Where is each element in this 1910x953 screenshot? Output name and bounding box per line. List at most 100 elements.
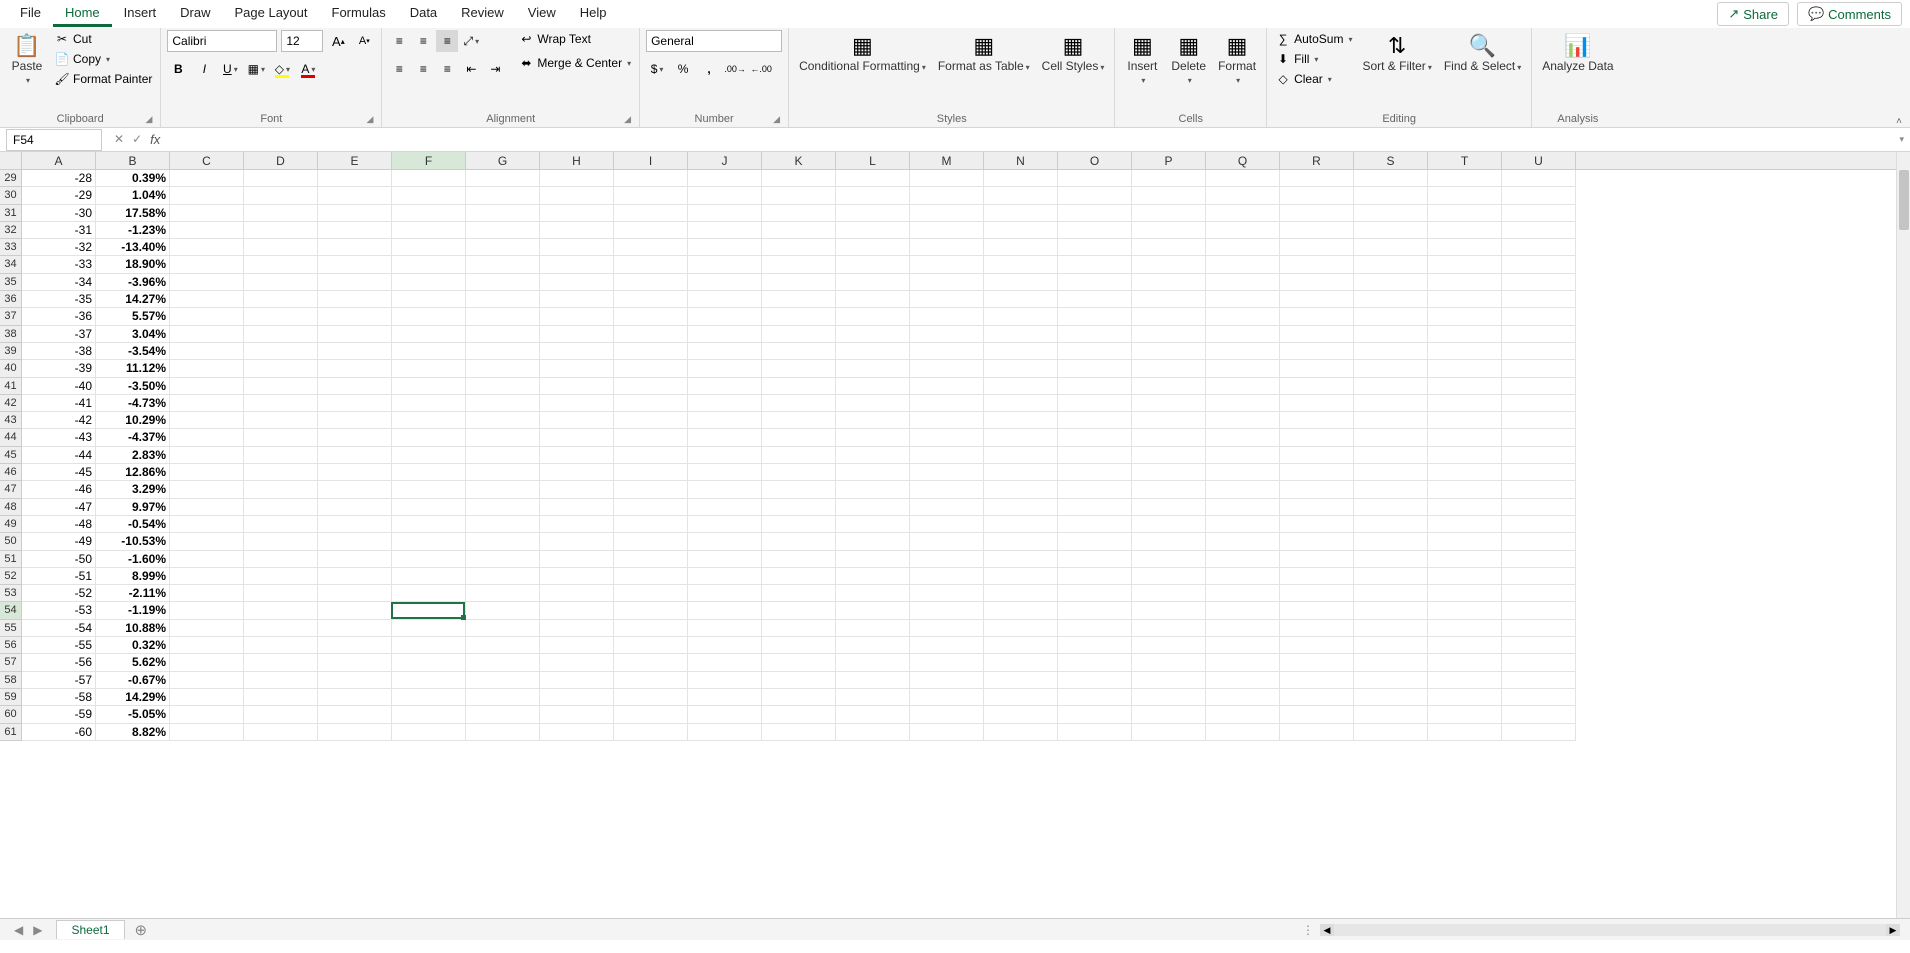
orientation-icon[interactable]: ⤢▾ <box>460 30 482 52</box>
cells-area[interactable]: -280.39%-291.04%-3017.58%-31-1.23%-32-13… <box>22 170 1896 918</box>
col-header[interactable]: G <box>466 152 540 169</box>
cell[interactable] <box>392 170 466 187</box>
cell[interactable] <box>836 516 910 533</box>
cell[interactable] <box>910 481 984 498</box>
cell[interactable]: -30 <box>22 205 96 222</box>
cell[interactable] <box>392 481 466 498</box>
increase-decimal-icon[interactable]: .00→ <box>724 58 746 80</box>
cell[interactable] <box>1206 429 1280 446</box>
col-header[interactable]: U <box>1502 152 1576 169</box>
percent-icon[interactable]: % <box>672 58 694 80</box>
cell[interactable] <box>984 239 1058 256</box>
cell[interactable] <box>1502 464 1576 481</box>
cell[interactable] <box>1280 654 1354 671</box>
cell[interactable] <box>614 222 688 239</box>
cell[interactable] <box>984 464 1058 481</box>
cell[interactable] <box>910 516 984 533</box>
scroll-thumb[interactable] <box>1899 170 1909 230</box>
cell[interactable] <box>1428 637 1502 654</box>
cell[interactable] <box>984 706 1058 723</box>
vertical-scrollbar[interactable] <box>1896 152 1910 918</box>
cell[interactable] <box>984 551 1058 568</box>
cell[interactable] <box>244 170 318 187</box>
cell[interactable] <box>1058 378 1132 395</box>
cell[interactable] <box>318 170 392 187</box>
tab-help[interactable]: Help <box>568 1 619 27</box>
row-header[interactable]: 42 <box>0 395 21 412</box>
cell[interactable]: 12.86% <box>96 464 170 481</box>
cell[interactable] <box>688 187 762 204</box>
cell[interactable] <box>688 464 762 481</box>
comma-icon[interactable]: , <box>698 58 720 80</box>
cell[interactable] <box>836 654 910 671</box>
fill-color-button[interactable]: ◇▾ <box>271 58 293 80</box>
cell[interactable] <box>1354 637 1428 654</box>
cell[interactable] <box>318 343 392 360</box>
cell[interactable] <box>984 654 1058 671</box>
cell[interactable] <box>1132 499 1206 516</box>
cell[interactable]: -37 <box>22 326 96 343</box>
cell[interactable] <box>984 256 1058 273</box>
font-name-select[interactable] <box>167 30 277 52</box>
cell[interactable] <box>1132 256 1206 273</box>
cell[interactable] <box>1428 481 1502 498</box>
cell[interactable] <box>1132 378 1206 395</box>
cell[interactable] <box>614 326 688 343</box>
cell[interactable] <box>170 256 244 273</box>
cell[interactable] <box>910 222 984 239</box>
cell[interactable] <box>762 187 836 204</box>
row-header[interactable]: 40 <box>0 360 21 377</box>
cell[interactable] <box>466 205 540 222</box>
cell[interactable] <box>762 308 836 325</box>
cell[interactable] <box>540 533 614 550</box>
cell[interactable] <box>836 274 910 291</box>
cell[interactable] <box>392 516 466 533</box>
cell[interactable] <box>1502 412 1576 429</box>
cell[interactable]: -58 <box>22 689 96 706</box>
horizontal-scrollbar[interactable]: ◀ ▶ <box>1320 924 1900 936</box>
cell[interactable] <box>1280 291 1354 308</box>
cell[interactable] <box>836 222 910 239</box>
row-header[interactable]: 31 <box>0 205 21 222</box>
cell[interactable] <box>540 464 614 481</box>
dialog-launcher-icon[interactable]: ◢ <box>773 114 780 125</box>
cell[interactable] <box>688 499 762 516</box>
row-header[interactable]: 61 <box>0 724 21 741</box>
cell[interactable]: 3.29% <box>96 481 170 498</box>
cell[interactable] <box>1280 499 1354 516</box>
cell[interactable] <box>466 724 540 741</box>
cell[interactable] <box>688 447 762 464</box>
cell[interactable] <box>466 689 540 706</box>
cell[interactable]: -2.11% <box>96 585 170 602</box>
cell[interactable] <box>1428 464 1502 481</box>
cell[interactable] <box>688 395 762 412</box>
cell[interactable] <box>170 706 244 723</box>
cell[interactable] <box>244 256 318 273</box>
cell[interactable] <box>910 360 984 377</box>
cell[interactable] <box>1428 205 1502 222</box>
cell[interactable]: -0.54% <box>96 516 170 533</box>
cell[interactable] <box>1132 170 1206 187</box>
col-header[interactable]: R <box>1280 152 1354 169</box>
cell[interactable] <box>614 205 688 222</box>
cell[interactable] <box>1502 378 1576 395</box>
cell[interactable] <box>688 170 762 187</box>
accounting-icon[interactable]: $▾ <box>646 58 668 80</box>
cell[interactable] <box>836 551 910 568</box>
cell[interactable] <box>910 343 984 360</box>
cell[interactable] <box>688 222 762 239</box>
row-header[interactable]: 36 <box>0 291 21 308</box>
cell[interactable]: -48 <box>22 516 96 533</box>
cell[interactable]: -49 <box>22 533 96 550</box>
cell[interactable] <box>1206 291 1280 308</box>
cell[interactable] <box>392 360 466 377</box>
cell[interactable] <box>1058 481 1132 498</box>
cell[interactable] <box>170 551 244 568</box>
cell[interactable] <box>836 412 910 429</box>
cell[interactable] <box>1502 447 1576 464</box>
cell[interactable] <box>614 654 688 671</box>
cell[interactable] <box>1428 672 1502 689</box>
cell[interactable] <box>910 378 984 395</box>
format-as-table-button[interactable]: ▦Format as Table▾ <box>934 30 1034 75</box>
cell[interactable] <box>910 637 984 654</box>
